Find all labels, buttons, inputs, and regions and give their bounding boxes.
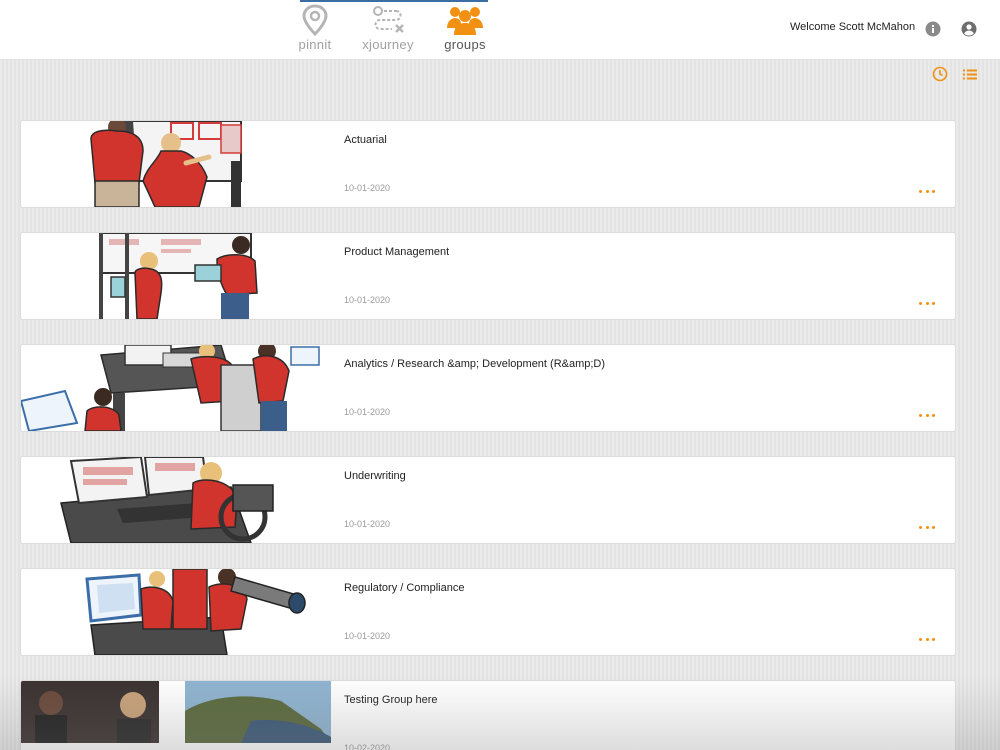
group-date: 10-01-2020	[344, 631, 391, 641]
account-icon	[961, 21, 977, 37]
nav-app-pinnit[interactable]: pinnit	[280, 4, 350, 56]
recent-sort-button[interactable]	[932, 66, 948, 87]
active-app-indicator	[300, 0, 488, 2]
group-card-regulatory-compliance[interactable]: Regulatory / Compliance 10-01-2020	[20, 568, 956, 656]
welcome-text: Welcome Scott McMahon	[790, 21, 916, 33]
dot-icon	[932, 413, 935, 417]
dot-icon	[925, 189, 929, 193]
dot-icon	[919, 637, 922, 641]
dot-icon	[925, 525, 929, 529]
group-photo-thumbnails	[21, 681, 333, 750]
dot-icon	[925, 413, 929, 417]
dot-icon	[932, 189, 935, 193]
group-title: Analytics / Research &amp; Development (…	[344, 358, 606, 370]
account-button[interactable]	[961, 21, 977, 42]
journey-path-icon	[373, 6, 404, 33]
info-icon	[925, 21, 941, 37]
more-options-button[interactable]	[919, 521, 935, 533]
dot-icon	[925, 637, 929, 641]
group-date: 10-02-2020	[344, 743, 391, 750]
group-title: Product Management	[344, 246, 450, 258]
group-card-product-management[interactable]: Product Management 10-01-2020	[20, 232, 956, 320]
group-card-actuarial[interactable]: Actuarial 10-01-2020	[20, 120, 956, 208]
dot-icon	[919, 301, 922, 305]
group-title: Underwriting	[344, 470, 406, 482]
list-view-icon	[963, 69, 977, 80]
dot-icon	[932, 525, 935, 529]
top-navigation-bar: pinnit xjourney groups Welcome Scott McM…	[0, 0, 1000, 60]
more-options-button[interactable]	[919, 633, 935, 645]
group-date: 10-01-2020	[344, 183, 391, 193]
group-card-analytics-research[interactable]: Analytics / Research &amp; Development (…	[20, 344, 956, 432]
group-illustration	[21, 457, 333, 543]
clock-icon	[932, 66, 948, 82]
group-illustration	[21, 233, 333, 319]
groups-people-icon	[447, 7, 483, 35]
group-date: 10-01-2020	[344, 519, 391, 529]
map-pin-icon	[302, 4, 328, 36]
nav-app-groups[interactable]: groups	[430, 4, 500, 56]
group-title: Regulatory / Compliance	[344, 582, 465, 594]
more-options-button[interactable]	[919, 297, 935, 309]
dot-icon	[925, 301, 929, 305]
group-date: 10-01-2020	[344, 407, 391, 417]
group-title: Testing Group here	[344, 694, 438, 706]
dot-icon	[919, 413, 922, 417]
group-card-testing-group[interactable]: Testing Group here 10-02-2020	[20, 680, 956, 750]
info-button[interactable]	[925, 21, 941, 42]
group-date: 10-01-2020	[344, 295, 391, 305]
group-illustration	[21, 569, 333, 655]
list-view-button[interactable]	[962, 66, 978, 87]
dot-icon	[932, 301, 935, 305]
dot-icon	[932, 637, 935, 641]
group-title: Actuarial	[344, 134, 387, 146]
nav-app-label: pinnit	[298, 37, 332, 52]
dot-icon	[919, 525, 922, 529]
nav-app-label: xjourney	[362, 37, 414, 52]
more-options-button[interactable]	[919, 185, 935, 197]
group-card-underwriting[interactable]: Underwriting 10-01-2020	[20, 456, 956, 544]
group-illustration	[21, 345, 333, 431]
nav-app-xjourney[interactable]: xjourney	[353, 4, 423, 56]
more-options-button[interactable]	[919, 409, 935, 421]
group-illustration	[21, 121, 333, 207]
dot-icon	[919, 189, 922, 193]
nav-app-label: groups	[444, 37, 486, 52]
